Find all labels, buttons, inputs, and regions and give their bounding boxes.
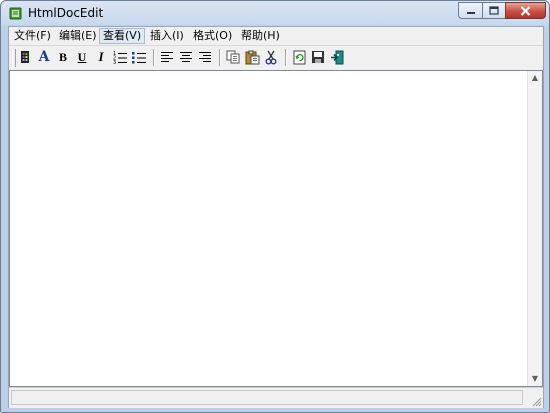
paste-button[interactable] [243,48,261,66]
menu-file[interactable]: 文件(F) [11,28,54,44]
underline-button[interactable]: U [73,48,91,66]
font-button[interactable]: A [35,48,53,66]
maximize-button[interactable] [482,2,506,19]
save-button[interactable] [309,48,327,66]
menu-insert[interactable]: 插入(I) [147,28,187,44]
main-window: HtmlDocEdit 文件(F) 编辑(E) 查看(V) 插入(I) 格式(O… [0,0,550,413]
menu-help[interactable]: 帮助(H) [238,28,283,44]
minimize-button[interactable] [458,2,483,19]
copy-button[interactable] [224,48,242,66]
numbered-list-button[interactable]: 1 2 3 [111,48,129,66]
client-area: 文件(F) 编辑(E) 查看(V) 插入(I) 格式(O) 帮助(H) A B … [8,26,544,408]
color-button[interactable] [16,48,34,66]
paste-icon [245,50,259,64]
refresh-button[interactable] [290,48,308,66]
underline-icon: U [77,49,87,64]
status-bar [9,387,543,408]
menu-edit[interactable]: 编辑(E) [56,28,100,44]
editor-area[interactable]: ▲ ▼ [9,70,543,387]
refresh-icon [293,50,305,64]
numbered-list-icon: 1 2 3 [113,51,127,64]
scroll-down-icon[interactable]: ▼ [528,372,542,386]
bullet-list-icon [132,52,146,64]
cut-icon [265,50,277,64]
copy-icon [226,50,239,64]
cut-button[interactable] [262,48,280,66]
align-right-icon [199,52,211,62]
menu-view[interactable]: 查看(V) [99,28,146,44]
minimize-icon [466,11,475,14]
bold-button[interactable]: B [54,48,72,66]
font-icon: A [38,49,50,65]
align-left-button[interactable] [158,48,176,66]
italic-button[interactable]: I [92,48,110,66]
scroll-up-icon[interactable]: ▲ [528,71,542,85]
close-button[interactable] [505,2,546,19]
align-left-icon [161,52,173,62]
menu-format[interactable]: 格式(O) [190,28,235,44]
notebook-icon [9,7,22,20]
bullet-list-button[interactable] [130,48,148,66]
window-title: HtmlDocEdit [28,6,104,20]
exit-button[interactable] [328,48,346,66]
italic-icon: I [98,49,104,64]
bold-icon: B [58,49,67,64]
resize-grip-icon[interactable] [530,395,542,407]
save-icon [312,51,324,63]
align-center-button[interactable] [177,48,195,66]
toolbar-separator [285,49,287,66]
svg-text:3: 3 [113,60,116,64]
maximize-icon [489,6,499,15]
align-center-icon [180,52,192,62]
status-panel [11,390,523,405]
status-text [12,396,15,409]
vertical-scrollbar[interactable]: ▲ ▼ [527,71,542,386]
title-bar[interactable]: HtmlDocEdit [1,1,549,26]
exit-icon [330,50,343,64]
toolbar-separator [153,49,155,66]
formatting-toolbar: A B U I 1 2 3 [9,46,543,70]
color-icon [21,51,29,63]
toolbar-separator [219,49,221,66]
align-right-button[interactable] [196,48,214,66]
close-icon [520,5,531,16]
menu-bar: 文件(F) 编辑(E) 查看(V) 插入(I) 格式(O) 帮助(H) [9,27,543,46]
